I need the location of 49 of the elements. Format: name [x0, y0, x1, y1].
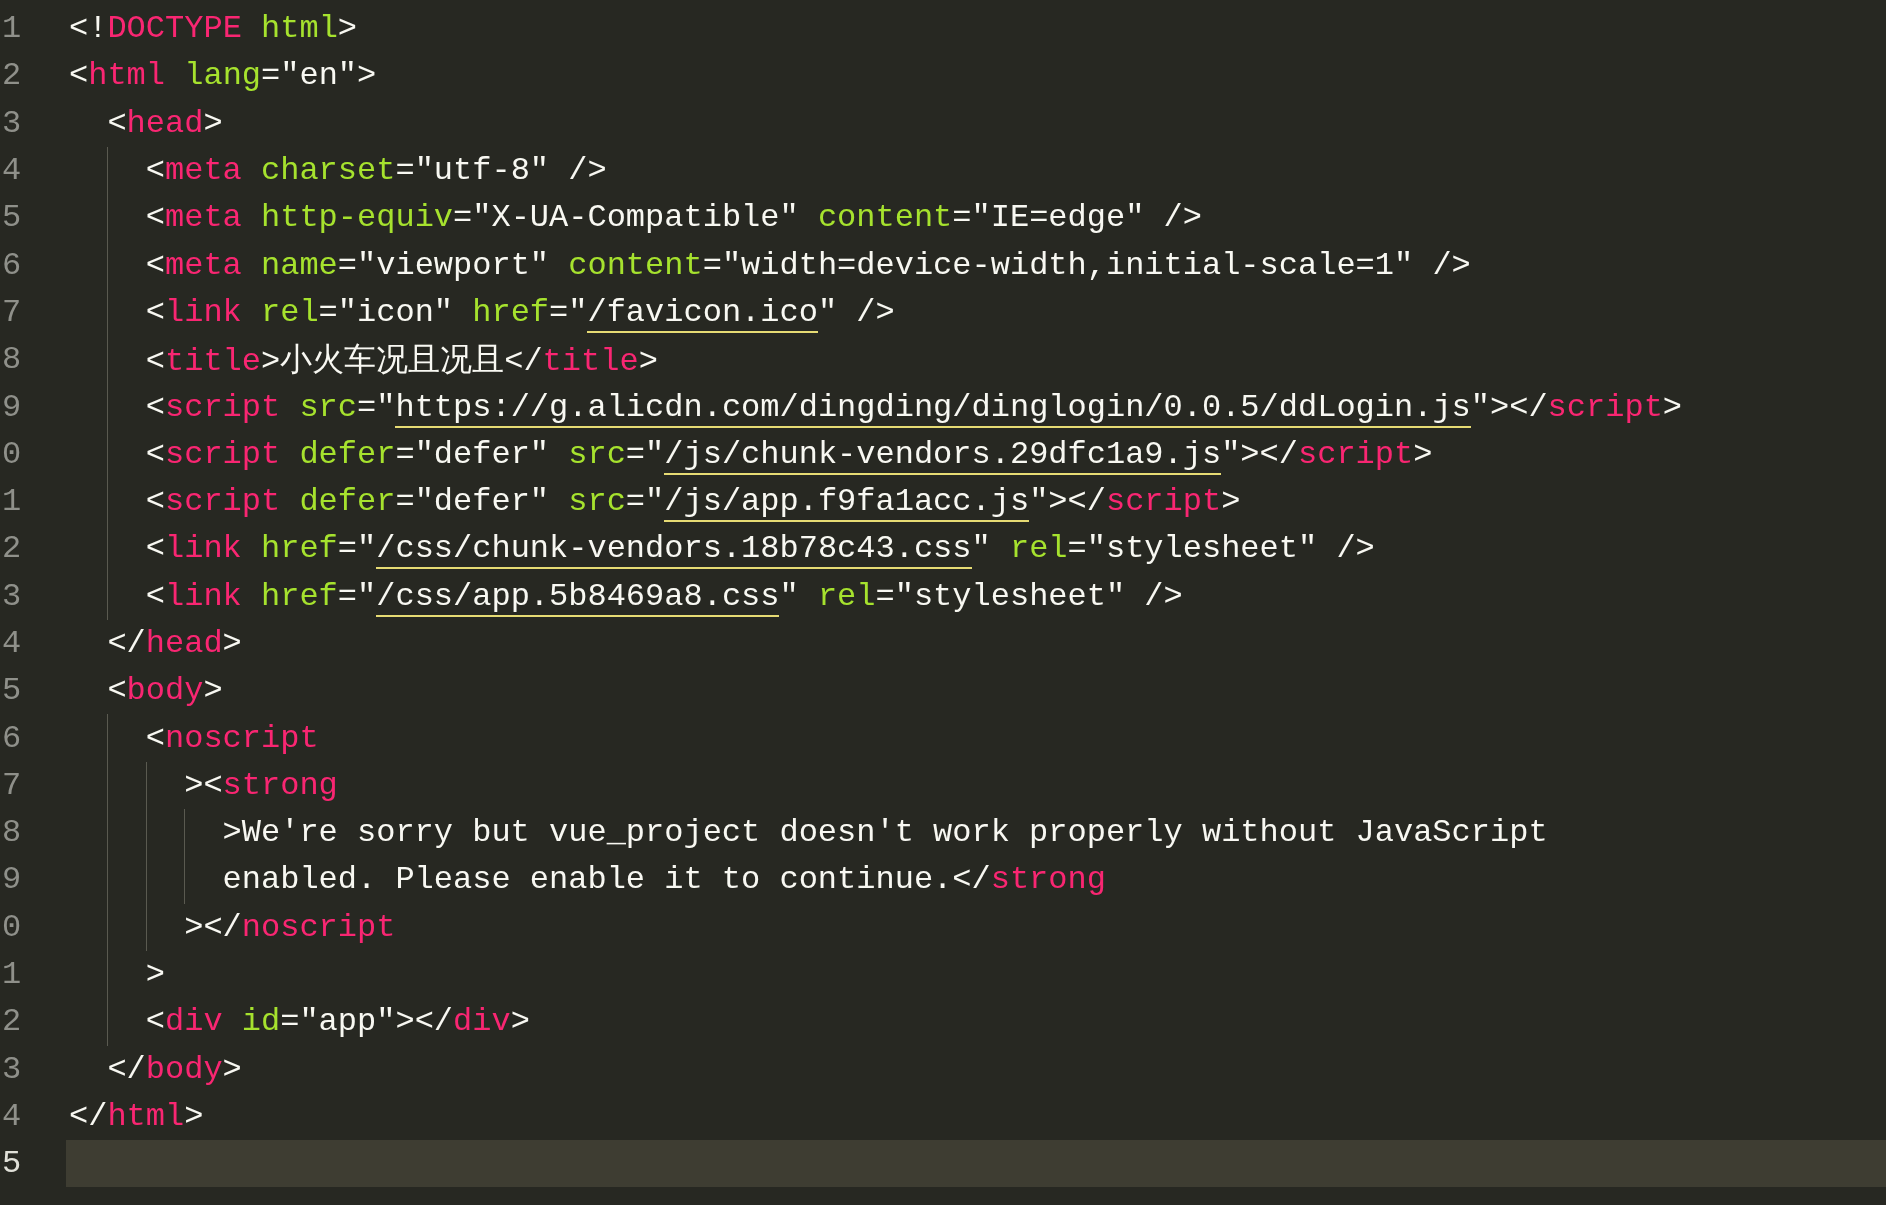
- code-line: </body>: [107, 1050, 242, 1088]
- line-number: 4: [1, 152, 23, 190]
- code-line: </html>: [69, 1097, 204, 1135]
- code-line: <title>小火车况且况且</title>: [145, 338, 658, 382]
- line-number: 2: [1, 1003, 23, 1041]
- line-number: 1: [1, 483, 23, 521]
- code-line: <html lang="en">: [69, 57, 377, 95]
- line-number: 8: [1, 341, 23, 379]
- code-line: <body>: [107, 672, 223, 710]
- line-number: 8: [1, 814, 23, 852]
- code-line: <link rel="icon" href="/favicon.ico" />: [145, 293, 895, 331]
- code-line: <script defer="defer" src="/js/app.f9fa1acc.js"></script>: [145, 483, 1241, 521]
- line-number: 5: [1, 672, 23, 710]
- code-line: <link href="/css/chunk-vendors.18b78c43.css" rel="stylesheet" />: [145, 530, 1375, 568]
- line-number: 4: [1, 1097, 23, 1135]
- code-line: <script src="https://g.alicdn.com/dingding/dinglogin/0.0.5/ddLogin.js"></script>: [145, 388, 1683, 426]
- line-number: 5: [1, 1145, 23, 1183]
- line-number: 5: [1, 199, 23, 237]
- code-line: <script defer="defer" src="/js/chunk-vendors.29dfc1a9.js"></script>: [145, 435, 1433, 473]
- code-line: <link href="/css/app.5b8469a8.css" rel="stylesheet" />: [145, 577, 1183, 615]
- code-line: <meta name="viewport" content="width=device-width,initial-scale=1" />: [145, 246, 1471, 284]
- line-number: 7: [1, 293, 23, 331]
- line-number: 6: [1, 246, 23, 284]
- code-line: >: [145, 956, 165, 994]
- code-line: enabled. Please enable it to continue.</strong: [222, 861, 1106, 899]
- line-number: 6: [1, 719, 23, 757]
- code-line: ></noscript: [184, 908, 396, 946]
- code-line: <noscript: [145, 719, 319, 757]
- line-number: 3: [1, 1050, 23, 1088]
- line-number: 4: [1, 625, 23, 662]
- code-line: ><strong: [184, 766, 338, 804]
- line-number: 2: [1, 57, 23, 95]
- line-number: 3: [1, 104, 23, 142]
- line-number: 9: [1, 861, 23, 899]
- code-line: <meta charset="utf-8" />: [145, 152, 607, 190]
- line-number: 2: [1, 530, 23, 568]
- line-number: 7: [1, 766, 23, 804]
- line-number: 1: [1, 10, 23, 48]
- line-number: 0: [1, 908, 23, 946]
- code-line: <div id="app"></div>: [145, 1003, 530, 1041]
- code-line: <!DOCTYPE html>: [69, 10, 358, 48]
- line-number: 1: [1, 956, 23, 994]
- line-number: 0: [1, 435, 23, 473]
- code-line: >We're sorry but vue_project doesn't work properly without JavaScript: [222, 814, 1548, 852]
- code-line: </head>: [107, 625, 242, 662]
- line-number: 3: [1, 577, 23, 615]
- code-line: <meta http-equiv="X-UA-Compatible" content="IE=edge" />: [145, 199, 1202, 237]
- code-line: <head>: [107, 104, 223, 142]
- line-number: 9: [1, 388, 23, 426]
